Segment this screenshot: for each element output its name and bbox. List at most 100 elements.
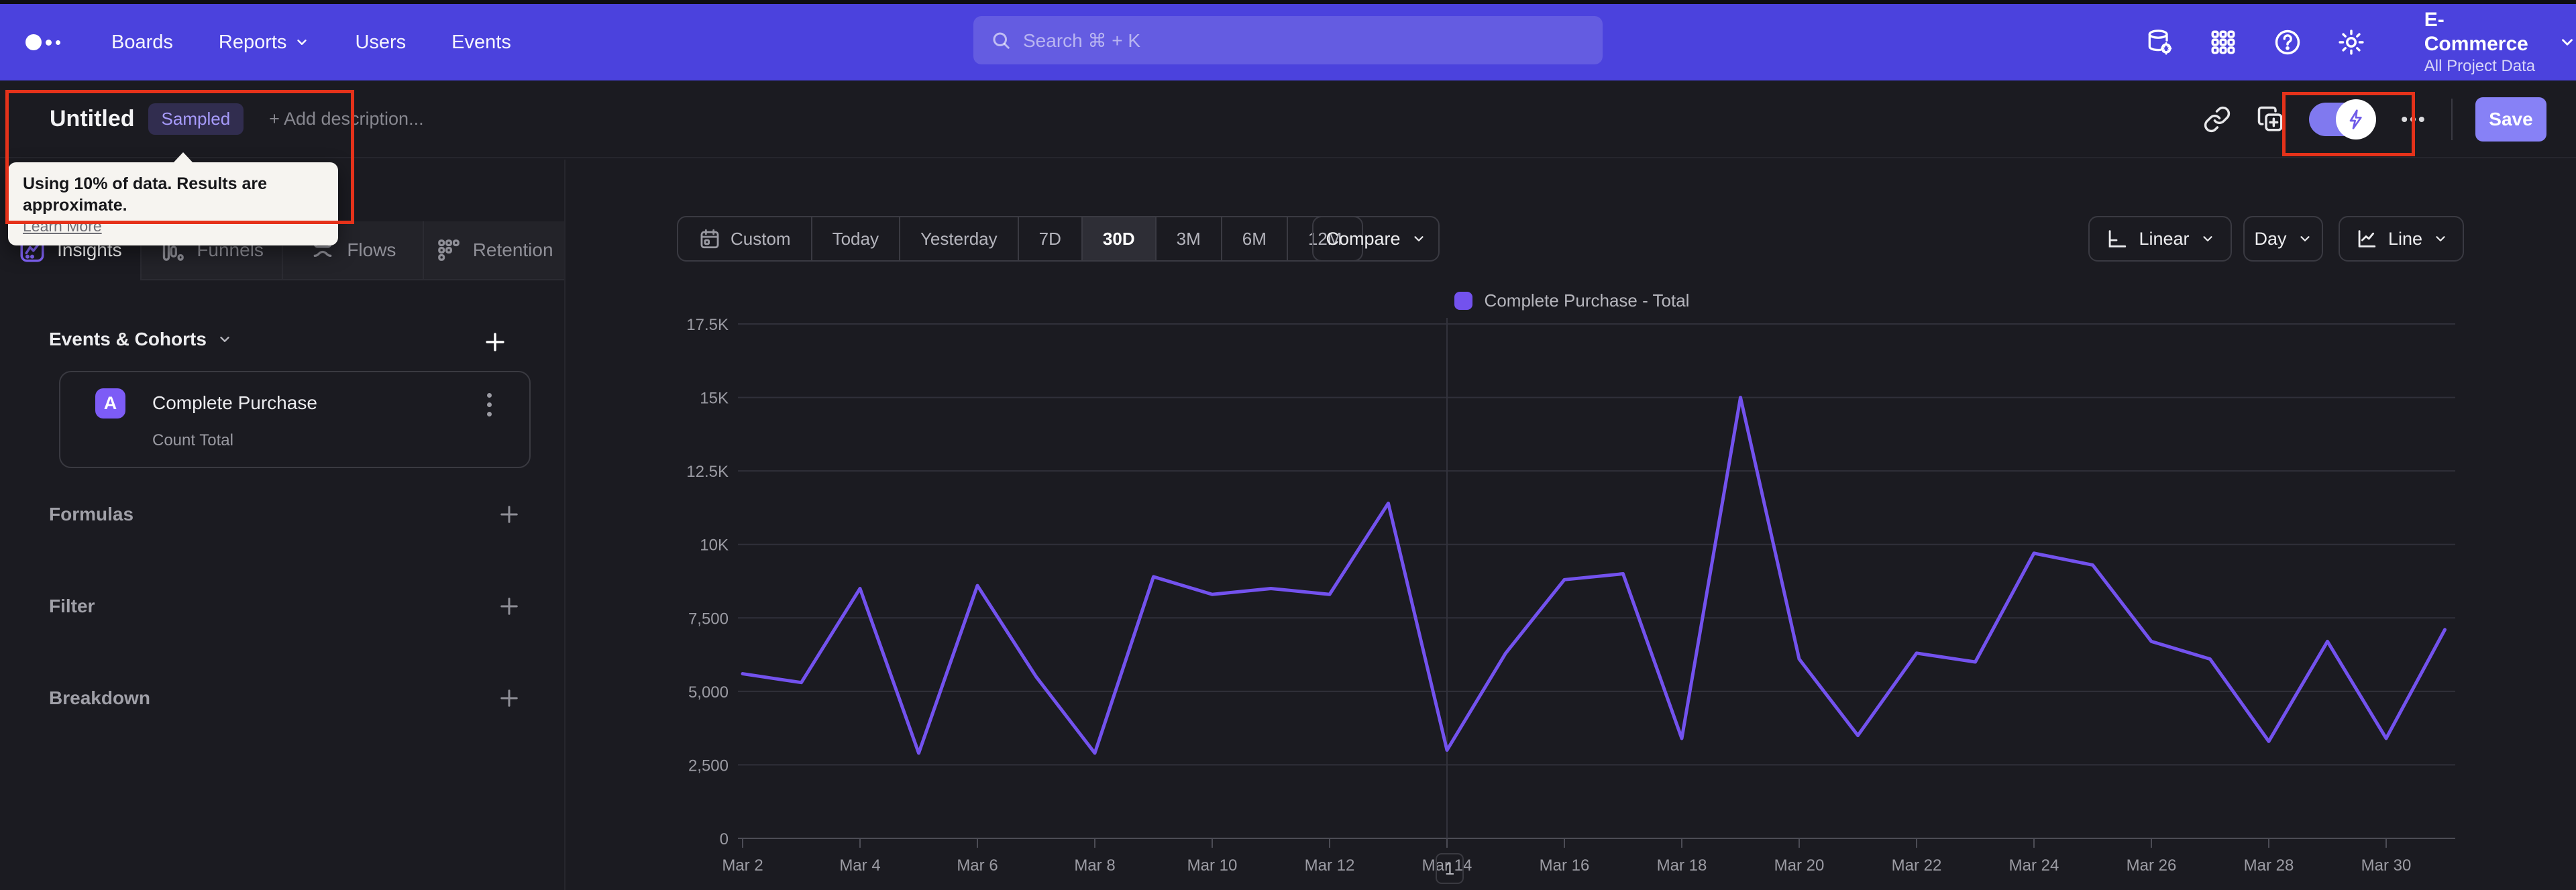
search-icon — [993, 32, 1010, 49]
svg-text:Mar 10: Mar 10 — [1187, 856, 1238, 875]
tooltip-arrow — [173, 152, 193, 163]
compare-label: Compare — [1326, 228, 1401, 249]
chart-type-selector[interactable]: Line — [2339, 216, 2464, 262]
toggle-knob — [2336, 99, 2376, 140]
compare-button[interactable]: Compare — [1312, 216, 1440, 262]
nav-menu: Boards Reports Users Events — [111, 32, 511, 54]
scale-selector[interactable]: Linear — [2088, 216, 2232, 262]
nav-item-label: Events — [451, 31, 511, 53]
svg-text:2,500: 2,500 — [688, 757, 729, 775]
svg-text:Mar 26: Mar 26 — [2127, 856, 2177, 875]
section-formulas: Formulas — [49, 500, 524, 529]
svg-text:Mar 30: Mar 30 — [2361, 856, 2412, 875]
svg-text:0: 0 — [720, 830, 729, 848]
range-7d[interactable]: 7D — [1017, 217, 1081, 260]
chevron-down-icon — [2562, 39, 2573, 46]
report-actions: Save — [2202, 80, 2546, 158]
link-icon[interactable] — [2202, 104, 2233, 135]
range-label: 3M — [1176, 228, 1201, 249]
range-6m[interactable]: 6M — [1220, 217, 1287, 260]
svg-text:Mar 18: Mar 18 — [1657, 856, 1707, 875]
line-chart[interactable]: 0 2,500 5,000 7,500 10K 12.5K 15K 17.5K Mar 2 Mar… — [671, 309, 2482, 885]
nav-item-label: Boards — [111, 31, 173, 53]
svg-text:Mar 22: Mar 22 — [1892, 856, 1942, 875]
range-label: 30D — [1102, 228, 1135, 249]
range-custom[interactable]: Custom — [678, 217, 811, 260]
range-label: Today — [832, 228, 879, 249]
tab-label: Retention — [472, 239, 553, 260]
lightning-icon — [2349, 109, 2362, 129]
svg-text:15K: 15K — [700, 390, 729, 408]
linear-scale-icon — [2109, 230, 2127, 247]
project-name: E-Commerce — [2424, 9, 2528, 55]
range-yesterday[interactable]: Yesterday — [898, 217, 1018, 260]
add-filter-button[interactable] — [494, 592, 524, 621]
settings-gear-icon[interactable] — [2336, 27, 2366, 58]
report-header: Untitled Sampled + Add description... Sa… — [0, 80, 2576, 158]
mixpanel-logo[interactable] — [25, 34, 60, 50]
calendar-icon — [700, 229, 719, 249]
copy-to-board-icon[interactable] — [2255, 104, 2286, 135]
svg-text:Mar 16: Mar 16 — [1540, 856, 1590, 875]
line-chart-icon — [2358, 230, 2376, 247]
svg-text:Mar 2: Mar 2 — [722, 856, 763, 875]
interval-label: Day — [2254, 228, 2287, 249]
chart-type-label: Line — [2387, 228, 2423, 249]
section-filter: Filter — [49, 592, 524, 621]
project-scope: All Project Data — [2424, 57, 2536, 75]
events-cohorts-header[interactable]: Events & Cohorts — [49, 329, 232, 350]
sampling-toggle[interactable] — [2309, 99, 2376, 140]
svg-text:5,000: 5,000 — [688, 683, 729, 702]
svg-text:Mar 8: Mar 8 — [1074, 856, 1115, 875]
search-input[interactable]: Search ⌘ + K — [973, 16, 1603, 64]
add-description[interactable]: + Add description... — [269, 109, 423, 129]
plus-icon — [500, 598, 518, 615]
svg-text:Mar 4: Mar 4 — [839, 856, 880, 875]
nav-item-boards[interactable]: Boards — [111, 32, 173, 54]
divider — [2451, 99, 2453, 140]
interval-selector[interactable]: Day — [2243, 216, 2323, 262]
add-breakdown-button[interactable] — [494, 683, 524, 713]
svg-text:17.5K: 17.5K — [686, 316, 729, 334]
nav-item-label: Users — [355, 31, 407, 53]
section-label: Formulas — [49, 504, 134, 524]
add-formula-button[interactable] — [494, 500, 524, 529]
project-selector[interactable]: E-Commerce All Project Data — [2424, 8, 2576, 76]
data-management-icon[interactable] — [2144, 27, 2174, 58]
query-sidebar: Insights Funnels Flows Retention Events … — [0, 160, 566, 890]
plus-icon — [500, 506, 518, 523]
event-name: Complete Purchase — [152, 392, 317, 413]
logo-dot — [25, 34, 42, 50]
nav-item-events[interactable]: Events — [451, 32, 511, 54]
report-title[interactable]: Untitled — [50, 106, 135, 132]
svg-text:12.5K: 12.5K — [686, 463, 729, 481]
event-card[interactable]: A Complete Purchase Count Total — [59, 371, 531, 468]
tab-retention[interactable]: Retention — [423, 221, 564, 280]
more-dots-icon[interactable] — [2398, 104, 2428, 135]
nav-item-reports[interactable]: Reports — [219, 32, 310, 54]
page-number-button[interactable]: 1 — [1436, 853, 1464, 884]
add-event-button[interactable] — [480, 327, 510, 357]
range-label: Custom — [731, 228, 791, 249]
search-placeholder: Search ⌘ + K — [1023, 30, 1141, 51]
range-30d[interactable]: 30D — [1081, 217, 1155, 260]
logo-dot — [46, 39, 52, 46]
svg-text:Mar 20: Mar 20 — [1774, 856, 1825, 875]
chevron-down-icon — [297, 40, 307, 45]
event-metric[interactable]: Count Total — [152, 431, 233, 450]
range-3m[interactable]: 3M — [1155, 217, 1221, 260]
nav-item-users[interactable]: Users — [355, 32, 406, 54]
range-today[interactable]: Today — [810, 217, 899, 260]
range-label: 7D — [1038, 228, 1061, 249]
chart-area: Custom Today Yesterday 7D 30D 3M 6M 12M … — [566, 160, 2576, 890]
kebab-menu-icon[interactable] — [476, 390, 502, 419]
apps-grid-icon[interactable] — [2208, 27, 2238, 58]
chevron-down-icon — [2436, 236, 2445, 241]
retention-icon — [437, 239, 460, 261]
tooltip-learn-more-link[interactable]: Learn More — [23, 216, 323, 236]
save-button[interactable]: Save — [2475, 97, 2546, 142]
project-text: E-Commerce All Project Data — [2424, 8, 2546, 76]
sampled-badge[interactable]: Sampled — [148, 103, 244, 135]
sampling-tooltip: Using 10% of data. Results are approxima… — [8, 152, 338, 245]
help-icon[interactable] — [2272, 27, 2302, 58]
